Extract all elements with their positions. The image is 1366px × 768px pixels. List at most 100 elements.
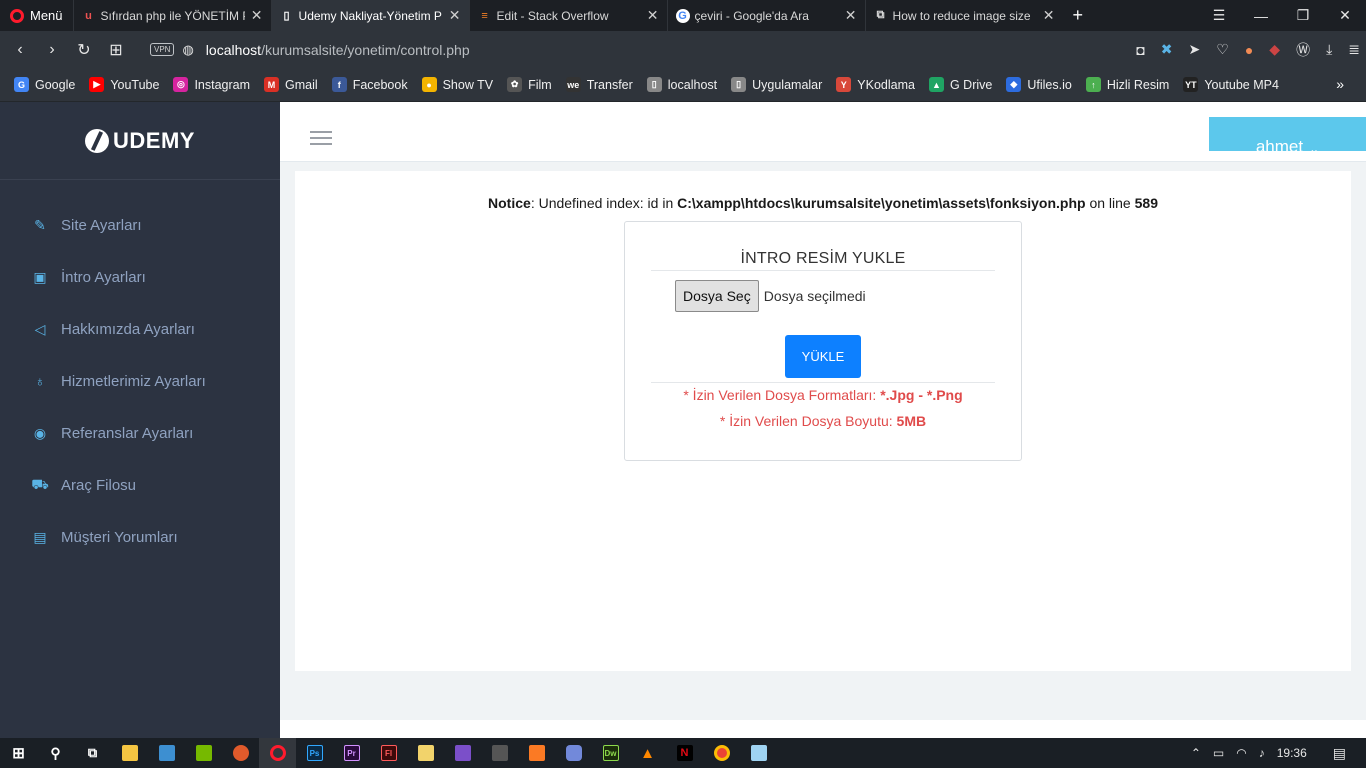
search-icon[interactable]: ⚲ (37, 738, 74, 768)
tab-menu-icon[interactable]: ☰ (1198, 7, 1240, 24)
xampp-icon[interactable] (518, 738, 555, 768)
extension-w-icon[interactable]: Ⓦ (1296, 40, 1310, 60)
volume-icon[interactable]: ♪ (1259, 746, 1265, 760)
close-icon[interactable]: ✕ (647, 7, 659, 24)
download-icon[interactable]: ⤓ (1326, 41, 1332, 58)
bookmark-youtube[interactable]: ▶ YouTube (89, 77, 159, 92)
bookmark-uygulamalar[interactable]: ▯ Uygulamalar (731, 77, 822, 92)
opera-menu-button[interactable]: Menü (0, 0, 73, 31)
close-icon[interactable]: ✕ (449, 7, 461, 24)
bookmark-label: Youtube MP4 (1204, 77, 1279, 92)
paint-icon[interactable] (407, 738, 444, 768)
sidebar-item-arac-filosu[interactable]: ⛟ Araç Filosu (0, 459, 280, 511)
bookmark-google[interactable]: G Google (14, 77, 75, 92)
bookmark-film[interactable]: ✿ Film (507, 77, 552, 92)
bookmark-localhost[interactable]: ▯ localhost (646, 77, 717, 92)
notepad-icon[interactable] (740, 738, 777, 768)
battery-icon[interactable]: ▭ (1213, 746, 1224, 760)
browser-tab-strip: Menü u Sıfırdan php ile YÖNETİM P ✕ ▯ Ud… (0, 0, 1366, 31)
bookmark-showtv[interactable]: ● Show TV (421, 77, 493, 92)
browser-tab[interactable]: ⧉ How to reduce image size ✕ (864, 0, 1063, 31)
file-status: Dosya seçilmedi (763, 288, 866, 304)
bookmark-youtubemp4[interactable]: YT Youtube MP4 (1183, 77, 1279, 92)
flash-icon[interactable]: Fl (370, 738, 407, 768)
bookmark-ufiles[interactable]: ◆ Ufiles.io (1006, 77, 1072, 92)
system-tray: ⌃ ▭ ◠ ♪ 19:36 ▤ (1191, 738, 1366, 768)
discord-icon[interactable] (555, 738, 592, 768)
clock[interactable]: 19:36 (1277, 746, 1307, 760)
chrome-icon[interactable] (703, 738, 740, 768)
file-input[interactable]: Dosya Seç Dosya seçilmedi (675, 280, 866, 312)
reload-icon[interactable]: ↻ (68, 40, 100, 60)
sidebar-item-referanslar-ayarlari[interactable]: ◉ Referanslar Ayarları (0, 407, 280, 459)
sidebar-item-hizmetlerimiz-ayarlari[interactable]: ♁ Hizmetlerimiz Ayarları (0, 355, 280, 407)
vpn-badge[interactable]: VPN (150, 43, 175, 56)
premiere-icon[interactable]: Pr (333, 738, 370, 768)
bookmark-facebook[interactable]: f Facebook (331, 77, 408, 92)
bookmark-instagram[interactable]: ◎ Instagram (173, 77, 250, 92)
windows-start-icon[interactable]: ⊞ (0, 738, 37, 768)
task-view-icon[interactable]: ⧉ (74, 738, 111, 768)
bookmark-gdrive[interactable]: ▲ G Drive (928, 77, 992, 92)
file-explorer-icon[interactable] (111, 738, 148, 768)
opera-logo-icon (10, 8, 24, 23)
bookmarks-overflow-icon[interactable]: » (1336, 76, 1344, 92)
extension-cube-icon[interactable]: ◆ (1269, 41, 1280, 58)
visual-studio-icon[interactable] (444, 738, 481, 768)
browser-tab-active[interactable]: ▯ Udemy Nakliyat-Yönetim P ✕ (270, 0, 469, 31)
brand-logo[interactable]: UDEMY (0, 102, 280, 180)
tray-overflow-chevron-icon[interactable]: ⌃ (1191, 746, 1201, 760)
sidebar-item-site-ayarlari[interactable]: ✎ Site Ayarları (0, 199, 280, 251)
notifications-icon[interactable]: ▤ (1333, 745, 1346, 762)
adblock-icon[interactable]: ✖ (1161, 41, 1173, 58)
speed-dial-grid-icon[interactable]: ⊞ (100, 40, 132, 60)
camera-app-icon[interactable] (481, 738, 518, 768)
udemy-icon: u (85, 9, 92, 22)
bookmark-ykodlama[interactable]: Y YKodlama (836, 77, 915, 92)
bookmark-transfer[interactable]: we Transfer (565, 77, 633, 92)
photoshop-icon[interactable]: Ps (296, 738, 333, 768)
wifi-icon[interactable]: ◠ (1236, 746, 1246, 760)
browser-tab[interactable]: u Sıfırdan php ile YÖNETİM P ✕ (72, 0, 271, 31)
window-close-icon[interactable]: ✕ (1324, 7, 1366, 24)
browser-tab[interactable]: G çeviri - Google'da Ara ✕ (666, 0, 865, 31)
back-arrow-icon[interactable]: ‹ (4, 41, 36, 59)
bookmark-gmail[interactable]: M Gmail (264, 77, 318, 92)
dreamweaver-icon[interactable]: Dw (592, 738, 629, 768)
upload-arrow-icon: ↑ (1085, 77, 1101, 92)
choose-file-button[interactable]: Dosya Seç (675, 280, 759, 312)
heart-icon[interactable]: ♡ (1216, 41, 1229, 58)
control-panel-icon[interactable] (148, 738, 185, 768)
user-dropdown[interactable]: ahmet ⌄ (1209, 117, 1366, 151)
sidebar-item-label: Müşteri Yorumları (61, 528, 178, 546)
sidebar-item-intro-ayarlari[interactable]: ▣ İntro Ayarları (0, 251, 280, 303)
url-field[interactable]: localhost/kurumsalsite/yonetim/control.p… (206, 42, 470, 58)
close-icon[interactable]: ✕ (251, 7, 263, 24)
forward-arrow-icon[interactable]: › (36, 41, 68, 59)
send-icon[interactable]: ➤ (1189, 41, 1201, 58)
close-icon[interactable]: ✕ (1043, 7, 1055, 24)
url-host: localhost (205, 41, 262, 58)
send-icon: ◁ (34, 320, 46, 337)
new-tab-plus-icon[interactable]: + (1063, 5, 1094, 26)
bookmark-hizliresim[interactable]: ↑ Hizli Resim (1085, 77, 1169, 92)
sidebar-item-label: Araç Filosu (61, 476, 137, 494)
opera-taskbar-icon[interactable] (259, 738, 296, 768)
ufiles-icon: ◆ (1006, 77, 1022, 92)
browser-tab[interactable]: ≡ Edit - Stack Overflow ✕ (468, 0, 667, 31)
hamburger-menu-icon[interactable] (310, 131, 332, 149)
nvidia-icon[interactable] (185, 738, 222, 768)
easy-setup-icon[interactable]: ≣ (1348, 41, 1360, 58)
camera-icon[interactable]: ◘ (1136, 42, 1144, 58)
sidebar-item-hakkimizda-ayarlari[interactable]: ◁ Hakkımızda Ayarları (0, 303, 280, 355)
close-icon[interactable]: ✕ (845, 7, 857, 24)
vlc-icon[interactable]: ▲ (629, 738, 666, 768)
extension-icon[interactable]: ● (1245, 42, 1253, 58)
restore-icon[interactable]: ❐ (1282, 7, 1324, 24)
app-swirl-icon[interactable] (222, 738, 259, 768)
sidebar-item-musteri-yorumlari[interactable]: ▤ Müşteri Yorumları (0, 511, 280, 563)
netflix-icon[interactable]: N (666, 738, 703, 768)
minimize-icon[interactable]: — (1240, 8, 1282, 24)
upload-button[interactable]: YÜKLE (785, 335, 861, 378)
google-icon: G (675, 8, 690, 23)
